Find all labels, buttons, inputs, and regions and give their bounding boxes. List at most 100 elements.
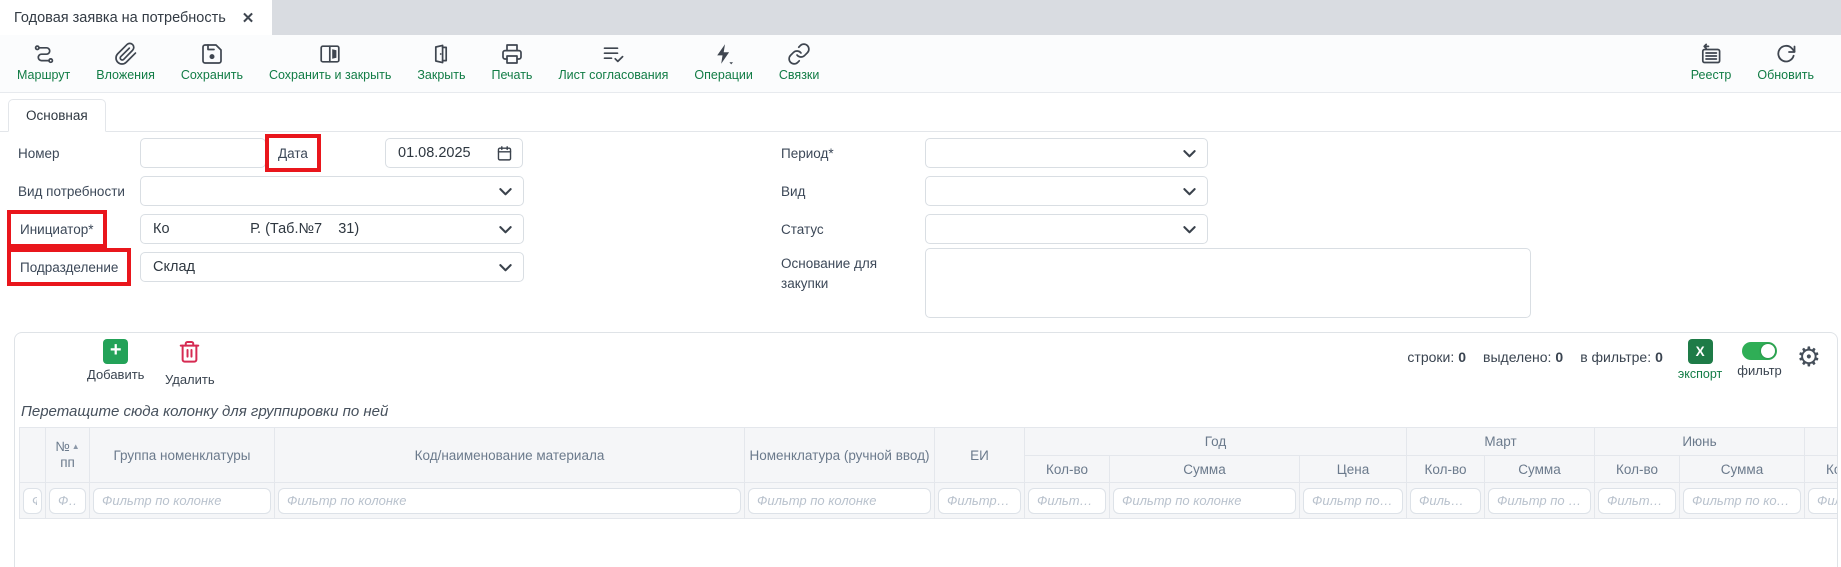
toolbar-label: Лист согласования bbox=[558, 68, 668, 82]
links-button[interactable]: Связки bbox=[766, 42, 832, 82]
purchase-basis-textarea[interactable] bbox=[925, 248, 1531, 318]
save-and-close-button[interactable]: Сохранить и закрыть bbox=[256, 42, 404, 82]
column-filter-input[interactable] bbox=[1303, 488, 1403, 514]
close-button[interactable]: Закрыть bbox=[404, 42, 478, 82]
column-filter-input[interactable] bbox=[49, 488, 86, 514]
column-header-june-qty[interactable]: Кол-во bbox=[1595, 456, 1680, 483]
export-button[interactable]: X экспорт bbox=[1678, 339, 1722, 381]
initiator-label-highlight: Инициатор* bbox=[7, 210, 107, 248]
toolbar-label: Вложения bbox=[96, 68, 155, 82]
column-filter-input[interactable] bbox=[748, 488, 931, 514]
calendar-icon[interactable] bbox=[496, 145, 513, 166]
save-icon bbox=[200, 42, 224, 66]
page-tab-bar: Годовая заявка на потребность ✕ bbox=[0, 0, 1841, 35]
group-header-march[interactable]: Март bbox=[1407, 428, 1595, 456]
add-row-button[interactable]: + Добавить bbox=[87, 339, 144, 382]
lightning-icon bbox=[712, 42, 736, 66]
filter-toggle-group: фильтр bbox=[1737, 339, 1781, 378]
kind-select[interactable] bbox=[925, 176, 1208, 206]
date-value: 01.08.2025 bbox=[398, 145, 471, 161]
column-header-next-qty[interactable]: Кол-во bbox=[1805, 456, 1838, 483]
add-row-label: Добавить bbox=[87, 367, 144, 382]
trash-icon bbox=[177, 339, 202, 369]
data-grid: №▲ пп Группа номенклатуры Код/наименован… bbox=[19, 427, 1838, 519]
route-button[interactable]: Маршрут bbox=[4, 42, 83, 82]
filtered-count: 0 bbox=[1655, 349, 1663, 365]
column-filter-input[interactable] bbox=[1028, 488, 1106, 514]
column-filter-input[interactable] bbox=[1598, 488, 1676, 514]
column-filter-input[interactable] bbox=[1808, 488, 1838, 514]
column-header-year-price[interactable]: Цена bbox=[1300, 456, 1407, 483]
delete-row-button[interactable]: Удалить bbox=[165, 339, 215, 387]
date-input[interactable]: 01.08.2025 bbox=[385, 138, 523, 168]
column-filter-input[interactable] bbox=[93, 488, 271, 514]
column-header-num[interactable]: №▲ пп bbox=[46, 428, 90, 483]
department-label: Подразделение bbox=[20, 260, 118, 275]
column-filter-input[interactable] bbox=[938, 488, 1021, 514]
column-header-march-sum[interactable]: Сумма bbox=[1485, 456, 1595, 483]
toolbar-label: Сохранить и закрыть bbox=[269, 68, 391, 82]
status-label: Статус bbox=[781, 222, 824, 237]
date-label: Дата bbox=[278, 146, 308, 161]
column-filter-input[interactable] bbox=[23, 488, 42, 514]
department-select[interactable]: Склад bbox=[140, 252, 524, 282]
kind-label: Вид bbox=[781, 184, 805, 199]
operations-button[interactable]: Операции bbox=[681, 42, 765, 82]
print-button[interactable]: Печать bbox=[479, 42, 546, 82]
column-header-nomenclature-group[interactable]: Группа номенклатуры bbox=[90, 428, 275, 483]
approval-sheet-button[interactable]: Лист согласования bbox=[545, 42, 681, 82]
column-header-year-qty[interactable]: Кол-во bbox=[1025, 456, 1110, 483]
document-tab[interactable]: Годовая заявка на потребность ✕ bbox=[0, 0, 272, 35]
grid-toolbar-right: строки:0 выделено:0 в фильтре:0 X экспор… bbox=[1407, 339, 1821, 381]
column-header-unit[interactable]: ЕИ bbox=[935, 428, 1025, 483]
chevron-down-icon bbox=[496, 220, 515, 243]
column-header-nomenclature-manual[interactable]: Номенклатура (ручной ввод) bbox=[745, 428, 935, 483]
period-select[interactable] bbox=[925, 138, 1208, 168]
chevron-down-icon bbox=[496, 182, 515, 205]
selected-count-label: выделено: bbox=[1483, 349, 1551, 365]
group-header-june[interactable]: Июнь bbox=[1595, 428, 1805, 456]
door-icon bbox=[429, 42, 453, 66]
registry-button[interactable]: Реестр bbox=[1678, 42, 1745, 82]
column-header-row-icon[interactable] bbox=[20, 428, 46, 483]
column-filter-input[interactable] bbox=[1488, 488, 1591, 514]
refresh-icon bbox=[1774, 42, 1798, 66]
column-filter-input[interactable] bbox=[1410, 488, 1481, 514]
refresh-button[interactable]: Обновить bbox=[1744, 42, 1827, 82]
checklist-icon bbox=[601, 42, 625, 66]
status-select[interactable] bbox=[925, 214, 1208, 244]
save-close-icon bbox=[318, 42, 342, 66]
link-icon bbox=[787, 42, 811, 66]
number-input[interactable] bbox=[140, 138, 266, 168]
initiator-label: Инициатор* bbox=[20, 222, 94, 237]
column-header-year-sum[interactable]: Сумма bbox=[1110, 456, 1300, 483]
initiator-select[interactable]: Ко Р. (Таб.№7 31) bbox=[140, 214, 524, 244]
document-tab-title: Годовая заявка на потребность bbox=[14, 10, 226, 26]
column-header-material-code-name[interactable]: Код/наименование материала bbox=[275, 428, 745, 483]
department-value: Склад bbox=[153, 259, 195, 275]
period-label: Период* bbox=[781, 146, 834, 161]
attachments-button[interactable]: Вложения bbox=[83, 42, 168, 82]
purchase-basis-label: Основание для закупки bbox=[781, 254, 901, 295]
filter-toggle[interactable] bbox=[1742, 342, 1777, 360]
need-type-select[interactable] bbox=[140, 176, 524, 206]
column-filter-input[interactable] bbox=[278, 488, 741, 514]
grid-counters: строки:0 выделено:0 в фильтре:0 bbox=[1407, 349, 1663, 365]
column-filter-input[interactable] bbox=[1683, 488, 1801, 514]
form-area: Номер Дата 01.08.2025 Вид потребности Ин… bbox=[0, 132, 1841, 332]
group-by-hint: Перетащите сюда колонку для группировки … bbox=[21, 403, 388, 420]
column-header-march-qty[interactable]: Кол-во bbox=[1407, 456, 1485, 483]
settings-gear-icon[interactable]: ⚙ bbox=[1797, 344, 1821, 371]
tab-main[interactable]: Основная bbox=[8, 99, 106, 132]
column-header-june-sum[interactable]: Сумма bbox=[1680, 456, 1805, 483]
group-header-next[interactable] bbox=[1805, 428, 1838, 456]
delete-row-label: Удалить bbox=[165, 372, 215, 387]
column-filter-input[interactable] bbox=[1113, 488, 1296, 514]
group-header-year[interactable]: Год bbox=[1025, 428, 1407, 456]
filter-toggle-label: фильтр bbox=[1737, 363, 1781, 378]
toolbar-label: Связки bbox=[779, 68, 819, 82]
close-tab-icon[interactable]: ✕ bbox=[242, 9, 255, 27]
route-icon bbox=[32, 42, 56, 66]
selected-count: 0 bbox=[1555, 349, 1563, 365]
save-button[interactable]: Сохранить bbox=[168, 42, 256, 82]
